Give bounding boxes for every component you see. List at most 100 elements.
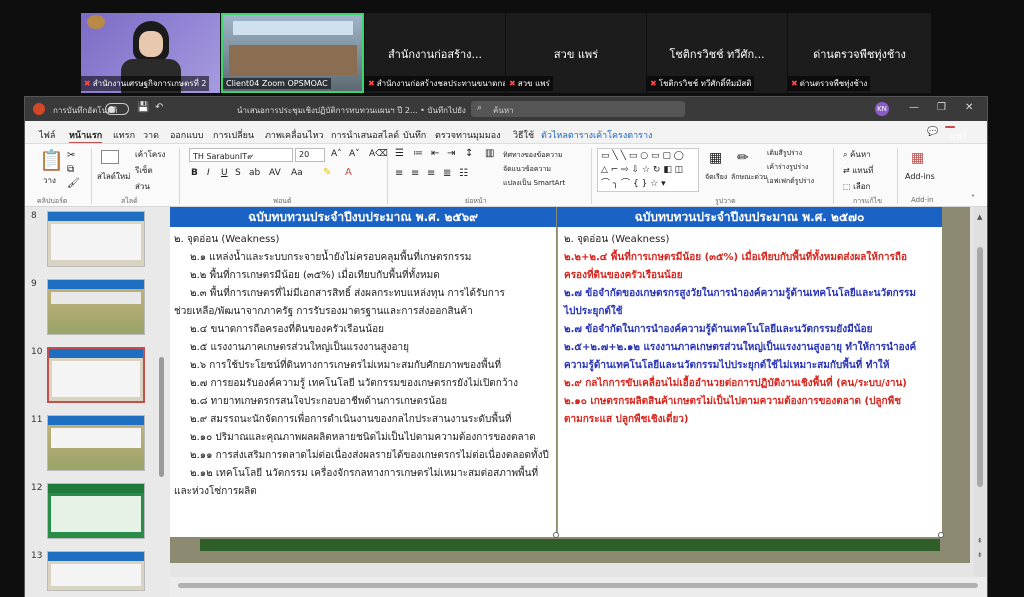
title-bar: การบันทึกอัตโนมัติ 💾 ↶ นำเสนอการประชุมเช… (25, 97, 987, 121)
copy-icon[interactable]: ⧉ (67, 164, 74, 175)
line-spacing-icon[interactable]: ↕ (465, 148, 473, 159)
shape-effects-button[interactable]: เอฟเฟกต์รูปร่าง (767, 176, 814, 187)
char-spacing-icon[interactable]: AV (269, 168, 281, 178)
participant-tile-3[interactable]: สำนักงานก่อสร้าง... ✖ สำนักงานก่อสร้างชลป… (365, 13, 505, 93)
shapes-gallery[interactable]: ▭ ╲ ╲ ▭ ○ ▭ ▢ ◯ △ ⌐ ⇨ ⇩ ☆ ↻ ◧ ◫ ⌒ ╮ ⌒ { } … (597, 148, 699, 192)
tab-help[interactable]: วิธีใช้ (513, 128, 534, 142)
tab-review[interactable]: ตรวจทาน (435, 128, 473, 142)
save-icon[interactable]: 💾 (137, 102, 149, 113)
weakness-item: ๒.๑๐ ปริมาณและคุณภาพผลผลิตหลายชนิดไม่เป็… (190, 432, 536, 443)
slide-thumbnail-9[interactable] (47, 279, 145, 335)
slide-thumbnail-11[interactable] (47, 415, 145, 471)
search-box[interactable]: ⌕ ค้นหา (471, 101, 685, 117)
minimize-icon[interactable]: — (909, 102, 919, 113)
shadow-icon[interactable]: ab (249, 168, 260, 178)
font-name-select[interactable]: TH SarabunIT๙ (189, 148, 293, 162)
increase-indent-icon[interactable]: ⇥ (447, 148, 455, 159)
undo-icon[interactable]: ↶ (155, 102, 163, 113)
tab-transitions[interactable]: การเปลี่ยน (213, 128, 254, 142)
selection-handle[interactable] (553, 532, 559, 538)
horizontal-scrollbar[interactable] (170, 577, 987, 597)
tab-animations[interactable]: ภาพเคลื่อนไหว (265, 128, 324, 142)
paste-button-label[interactable]: วาง (43, 174, 56, 187)
close-icon[interactable]: ✕ (965, 102, 973, 113)
text-direction-button[interactable]: ทิศทางของข้อความ (503, 150, 563, 161)
tab-slideshow[interactable]: การนำเสนอสไลด์ (331, 128, 399, 142)
participant-tile-5[interactable]: โชติกรวิชช์ ทวีศัก... ✖ โชติกรวิชช์ ทวีศั… (647, 13, 787, 93)
find-button[interactable]: ⌕ ค้นหา (843, 148, 871, 161)
align-left-icon[interactable]: ≡ (395, 168, 403, 179)
shape-outline-button[interactable]: เค้าร่างรูปร่าง (767, 162, 808, 173)
vertical-scrollbar[interactable]: ▲ ⇞ ⇟ (974, 207, 986, 577)
numbering-icon[interactable]: ≔ (413, 148, 423, 159)
tab-table-design[interactable]: ตัวไหลตาราง (541, 128, 593, 142)
participant-tile-2[interactable]: Client04 Zoom OPSMOAC (221, 13, 364, 93)
distributed-icon[interactable]: ☷ (459, 168, 468, 179)
thumbnail-scrollbar[interactable] (159, 357, 164, 477)
replace-button[interactable]: ⇄ แทนที่ (843, 164, 873, 177)
autosave-toggle[interactable] (105, 103, 129, 115)
new-slide-icon[interactable] (101, 150, 119, 164)
font-size-select[interactable]: 20 (295, 148, 325, 162)
columns-icon[interactable]: ▥ (485, 148, 494, 159)
addins-button[interactable]: Add-ins (905, 172, 935, 181)
user-avatar[interactable]: KN (875, 102, 889, 116)
tab-table-layout[interactable]: เค้าโครงตาราง (593, 128, 652, 142)
new-slide-button[interactable]: สไลด์ใหม่ (97, 170, 130, 183)
change-case-icon[interactable]: Aa (291, 168, 303, 178)
tab-home[interactable]: หน้าแรก (69, 128, 103, 144)
arrange-button[interactable]: จัดเรียง (705, 172, 727, 183)
bullets-icon[interactable]: ☰ (395, 148, 404, 159)
comment-icon[interactable]: 💬 (927, 127, 938, 137)
reset-button[interactable]: รีเซ็ต (135, 164, 153, 177)
arrange-icon[interactable]: ▦ (709, 150, 722, 166)
align-text-button[interactable]: จัดแนวข้อความ (503, 164, 551, 175)
shape-fill-button[interactable]: เติมสีรูปร่าง (767, 148, 802, 159)
participant-tile-4[interactable]: สวข แพร่ ✖ สวข แพร่ (506, 13, 646, 93)
share-button[interactable]: แชร์ (945, 126, 967, 142)
document-title[interactable]: นำเสนอการประชุมเชิงปฏิบัติการทบทวนแผนฯ ป… (237, 104, 467, 117)
cut-icon[interactable]: ✂ (67, 150, 75, 161)
paste-icon[interactable]: 📋 (39, 148, 64, 172)
align-center-icon[interactable]: ≡ (411, 168, 419, 179)
participant-tile-6[interactable]: ด่านตรวจพืชทุ่งช้าง ✖ ด่านตรวจพืชทุ่งช้าง (788, 13, 931, 93)
left-column-cell[interactable]: ๒. จุดอ่อน (Weakness) ๒.๑ แหล่งน้ำและระบ… (170, 227, 556, 537)
decrease-indent-icon[interactable]: ⇤ (431, 148, 439, 159)
addins-icon[interactable]: ▦ (911, 150, 924, 166)
tab-design[interactable]: ออกแบบ (170, 128, 204, 142)
clear-format-icon[interactable]: A⌫ (369, 149, 388, 159)
layout-button[interactable]: เค้าโครง (135, 148, 165, 161)
section-button[interactable]: ส่วน (135, 180, 150, 193)
font-grow-icon[interactable]: A˄ (331, 149, 342, 159)
font-color-icon[interactable]: A (345, 167, 352, 178)
quick-styles-icon[interactable]: ✏ (737, 150, 749, 166)
strikethrough-icon[interactable]: S (235, 168, 241, 178)
collapse-ribbon-icon[interactable]: ˄ (971, 194, 975, 203)
maximize-icon[interactable]: ❐ (937, 102, 946, 113)
format-painter-icon[interactable]: 🖌 (67, 178, 80, 189)
slide-canvas[interactable]: ฉบับทบทวนประจำปีงบประมาณ พ.ศ. ๒๕๖๙ ฉบับท… (170, 207, 970, 563)
smartart-button[interactable]: แปลงเป็น SmartArt (503, 178, 565, 189)
selection-handle[interactable] (938, 532, 944, 538)
participant-tile-1[interactable]: ✖ สำนักงานเศรษฐกิจการเกษตรที่ 2 (81, 13, 220, 93)
tab-draw[interactable]: วาด (143, 128, 159, 142)
tab-record[interactable]: บันทึก (403, 128, 426, 142)
highlight-icon[interactable]: ✎ (323, 167, 331, 178)
slide-thumbnail-8[interactable] (47, 211, 145, 267)
slide-thumbnail-13[interactable] (47, 551, 145, 591)
select-button[interactable]: ⬚ เลือก (843, 180, 870, 193)
justify-icon[interactable]: ≣ (443, 168, 451, 179)
underline-icon[interactable]: U (221, 168, 228, 178)
quick-styles-button[interactable]: ลักษณะด่วน (731, 172, 768, 183)
font-shrink-icon[interactable]: A˅ (349, 149, 360, 159)
italic-icon[interactable]: I (207, 168, 210, 178)
bold-icon[interactable]: B (191, 168, 198, 178)
mic-muted-icon: ✖ (368, 79, 375, 88)
align-right-icon[interactable]: ≡ (427, 168, 435, 179)
slide-thumbnail-12[interactable] (47, 483, 145, 539)
right-column-cell[interactable]: ๒. จุดอ่อน (Weakness) ๒.๒+๒.๔ พื้นที่การ… (557, 227, 942, 537)
tab-file[interactable]: ไฟล์ (39, 128, 55, 142)
tab-view[interactable]: มุมมอง (473, 128, 501, 142)
tab-insert[interactable]: แทรก (113, 128, 135, 142)
slide-thumbnail-10[interactable] (47, 347, 145, 403)
